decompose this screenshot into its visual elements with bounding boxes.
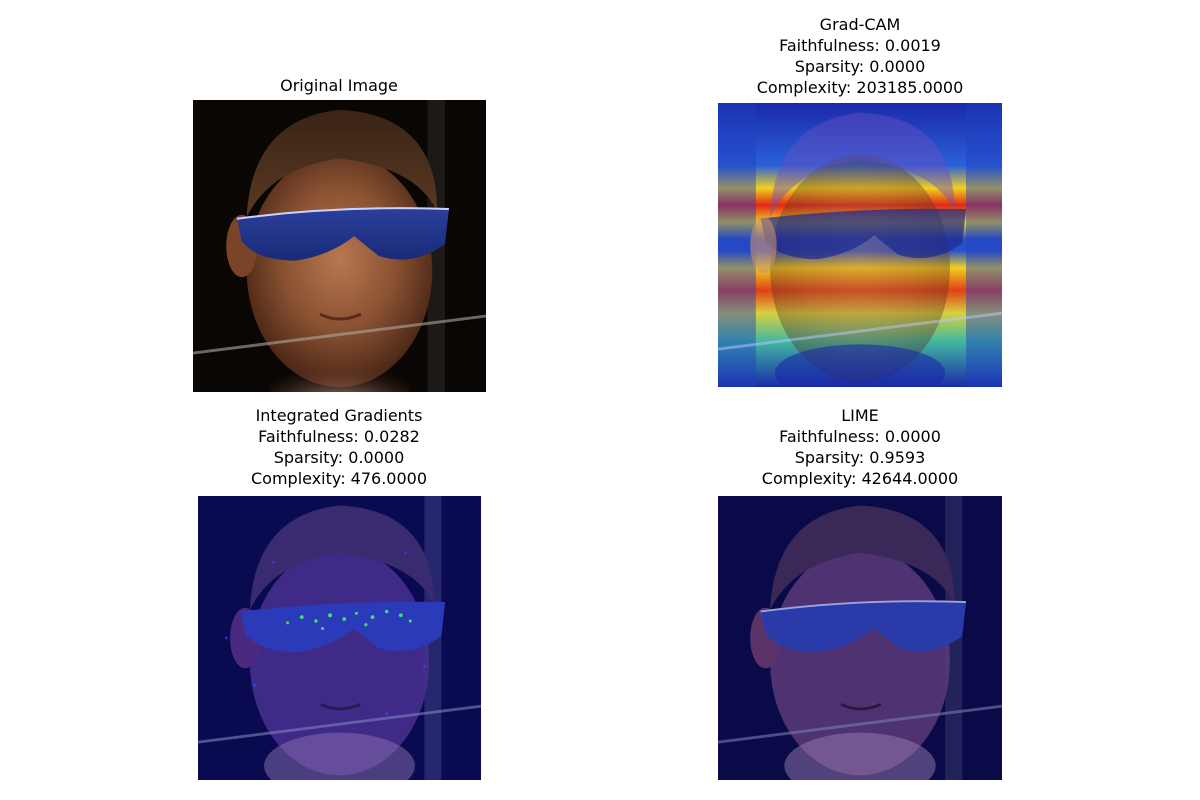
complexity-metric: Complexity: 203185.0000 xyxy=(756,78,964,97)
panel-title-text: Integrated Gradients xyxy=(255,406,423,425)
sparsity-metric: Sparsity: 0.0000 xyxy=(273,448,405,467)
original-image xyxy=(193,100,486,392)
complexity-metric: Complexity: 42644.0000 xyxy=(761,469,959,488)
gradcam-title: Grad-CAM Faithfulness: 0.0019 Sparsity: … xyxy=(757,14,964,98)
faithfulness-metric: Faithfulness: 0.0019 xyxy=(779,36,941,55)
original-image-title: Original Image xyxy=(280,75,398,96)
complexity-metric: Complexity: 476.0000 xyxy=(250,469,428,488)
panel-title-text: Grad-CAM xyxy=(819,15,901,34)
panel-title-text: Original Image xyxy=(280,76,398,95)
sparsity-metric: Sparsity: 0.0000 xyxy=(794,57,926,76)
panel-title-text: LIME xyxy=(841,406,879,425)
integrated-gradients-image xyxy=(198,496,481,780)
faithfulness-metric: Faithfulness: 0.0000 xyxy=(779,427,941,446)
gradcam-heatmap-image xyxy=(718,103,1002,387)
faithfulness-metric: Faithfulness: 0.0282 xyxy=(258,427,420,446)
lime-image xyxy=(718,496,1002,780)
lime-title: LIME Faithfulness: 0.0000 Sparsity: 0.95… xyxy=(762,405,958,489)
integrated-gradients-title: Integrated Gradients Faithfulness: 0.028… xyxy=(251,405,427,489)
sparsity-metric: Sparsity: 0.9593 xyxy=(794,448,926,467)
